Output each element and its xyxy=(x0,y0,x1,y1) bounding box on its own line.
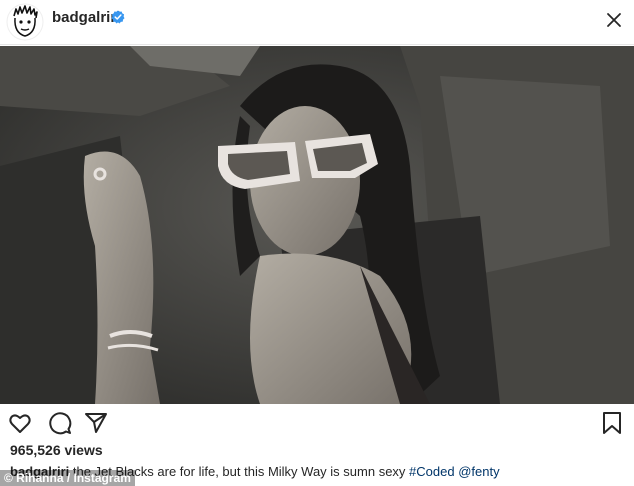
video-frame-image xyxy=(0,46,634,404)
caption-hashtag[interactable]: #Coded xyxy=(409,464,455,479)
avatar-drawing xyxy=(6,3,44,41)
verified-badge-icon xyxy=(111,10,125,24)
avatar[interactable] xyxy=(6,3,44,41)
post-header: badgalriri xyxy=(0,0,634,45)
comment-icon[interactable] xyxy=(48,411,72,435)
close-icon[interactable] xyxy=(606,12,622,28)
photo-credit: © Rihanna / Instagram xyxy=(0,470,135,486)
bookmark-icon[interactable] xyxy=(600,411,624,435)
action-bar xyxy=(0,406,634,438)
heart-icon[interactable] xyxy=(8,411,32,435)
caption-mention[interactable]: @fenty xyxy=(458,464,499,479)
views-count[interactable]: 965,526 views xyxy=(10,442,103,458)
post-video[interactable] xyxy=(0,46,634,404)
paper-plane-icon[interactable] xyxy=(84,411,108,435)
